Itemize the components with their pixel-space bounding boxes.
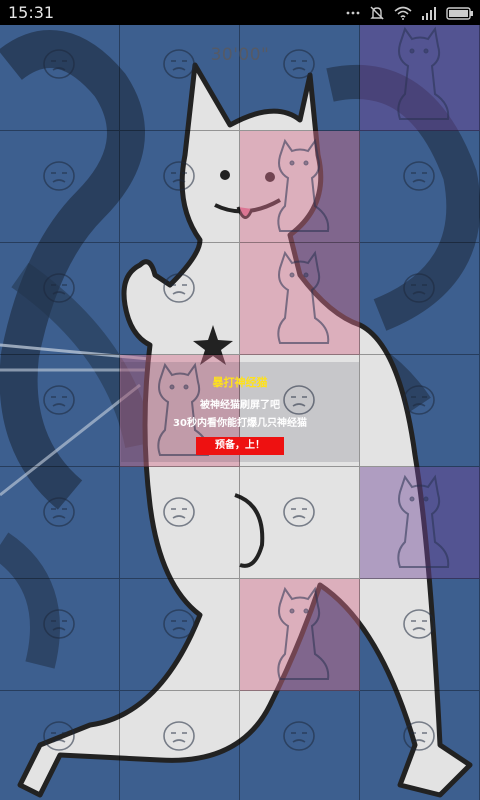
grid-cell[interactable] xyxy=(240,243,360,355)
grid-cell[interactable] xyxy=(0,243,120,355)
hole-face-icon xyxy=(403,273,435,303)
signal-icon xyxy=(421,6,437,20)
grid-cell[interactable] xyxy=(0,355,120,467)
grid-cell[interactable] xyxy=(240,579,360,691)
neko-cat-icon xyxy=(277,138,330,232)
hole-face-icon xyxy=(403,161,435,191)
grid-cell[interactable] xyxy=(0,579,120,691)
grid-cell[interactable] xyxy=(360,691,480,800)
neko-cat-icon xyxy=(277,250,330,344)
grid-cell[interactable] xyxy=(240,691,360,800)
game-title: 暴打神经猫 xyxy=(212,376,268,389)
silent-icon xyxy=(369,5,385,21)
grid-cell[interactable] xyxy=(240,25,360,131)
status-bar: 15:31 xyxy=(0,0,480,25)
grid-cell[interactable] xyxy=(120,579,240,691)
hole-face-icon xyxy=(43,385,75,415)
hole-face-icon xyxy=(43,497,75,527)
hole-face-icon xyxy=(43,161,75,191)
neko-cat-icon xyxy=(397,474,450,568)
hole-face-icon xyxy=(403,609,435,639)
hole-face-icon xyxy=(163,497,195,527)
dialog-line-2: 30秒内看你能打爆几只神经猫 xyxy=(173,418,307,429)
grid-cell[interactable] xyxy=(0,131,120,243)
status-icons xyxy=(346,4,474,22)
grid-cell[interactable] xyxy=(120,25,240,131)
grid-cell[interactable] xyxy=(0,691,120,800)
grid-cell[interactable] xyxy=(240,131,360,243)
hole-face-icon xyxy=(163,161,195,191)
neko-cat-icon xyxy=(397,26,450,120)
countdown-timer: 30'00" xyxy=(210,45,270,65)
start-button[interactable]: 预备，上！ xyxy=(196,437,284,455)
status-time: 15:31 xyxy=(8,3,55,22)
grid-cell[interactable] xyxy=(360,467,480,579)
grid-cell[interactable] xyxy=(360,355,480,467)
hole-face-icon xyxy=(43,721,75,751)
dialog-line-1: 被神经猫刷屏了吧 xyxy=(200,400,280,411)
grid-cell[interactable] xyxy=(360,243,480,355)
hole-face-icon xyxy=(403,385,435,415)
battery-icon xyxy=(446,6,474,20)
grid-cell[interactable] xyxy=(240,467,360,579)
grid-cell[interactable] xyxy=(120,131,240,243)
neko-cat-icon xyxy=(277,586,330,680)
more-dots-icon xyxy=(346,8,360,18)
hole-face-icon xyxy=(283,721,315,751)
start-dialog: 暴打神经猫 被神经猫刷屏了吧 30秒内看你能打爆几只神经猫 预备，上！ xyxy=(121,362,359,462)
hole-face-icon xyxy=(43,273,75,303)
hole-face-icon xyxy=(43,609,75,639)
grid-cell[interactable] xyxy=(0,467,120,579)
grid-cell[interactable] xyxy=(360,25,480,131)
hole-face-icon xyxy=(163,273,195,303)
grid-cell[interactable] xyxy=(360,131,480,243)
hole-face-icon xyxy=(283,497,315,527)
grid-cell[interactable] xyxy=(120,243,240,355)
hole-face-icon xyxy=(163,721,195,751)
grid-cell[interactable] xyxy=(120,467,240,579)
grid-cell[interactable] xyxy=(120,691,240,800)
game-area[interactable]: 30'00" 暴打神经猫 被神经猫刷屏了吧 30秒内看你能打爆几只神经猫 预备，… xyxy=(0,25,480,800)
hole-face-icon xyxy=(163,609,195,639)
grid-cell[interactable] xyxy=(0,25,120,131)
hole-face-icon xyxy=(403,721,435,751)
wifi-icon xyxy=(394,6,412,20)
grid-cell[interactable] xyxy=(360,579,480,691)
